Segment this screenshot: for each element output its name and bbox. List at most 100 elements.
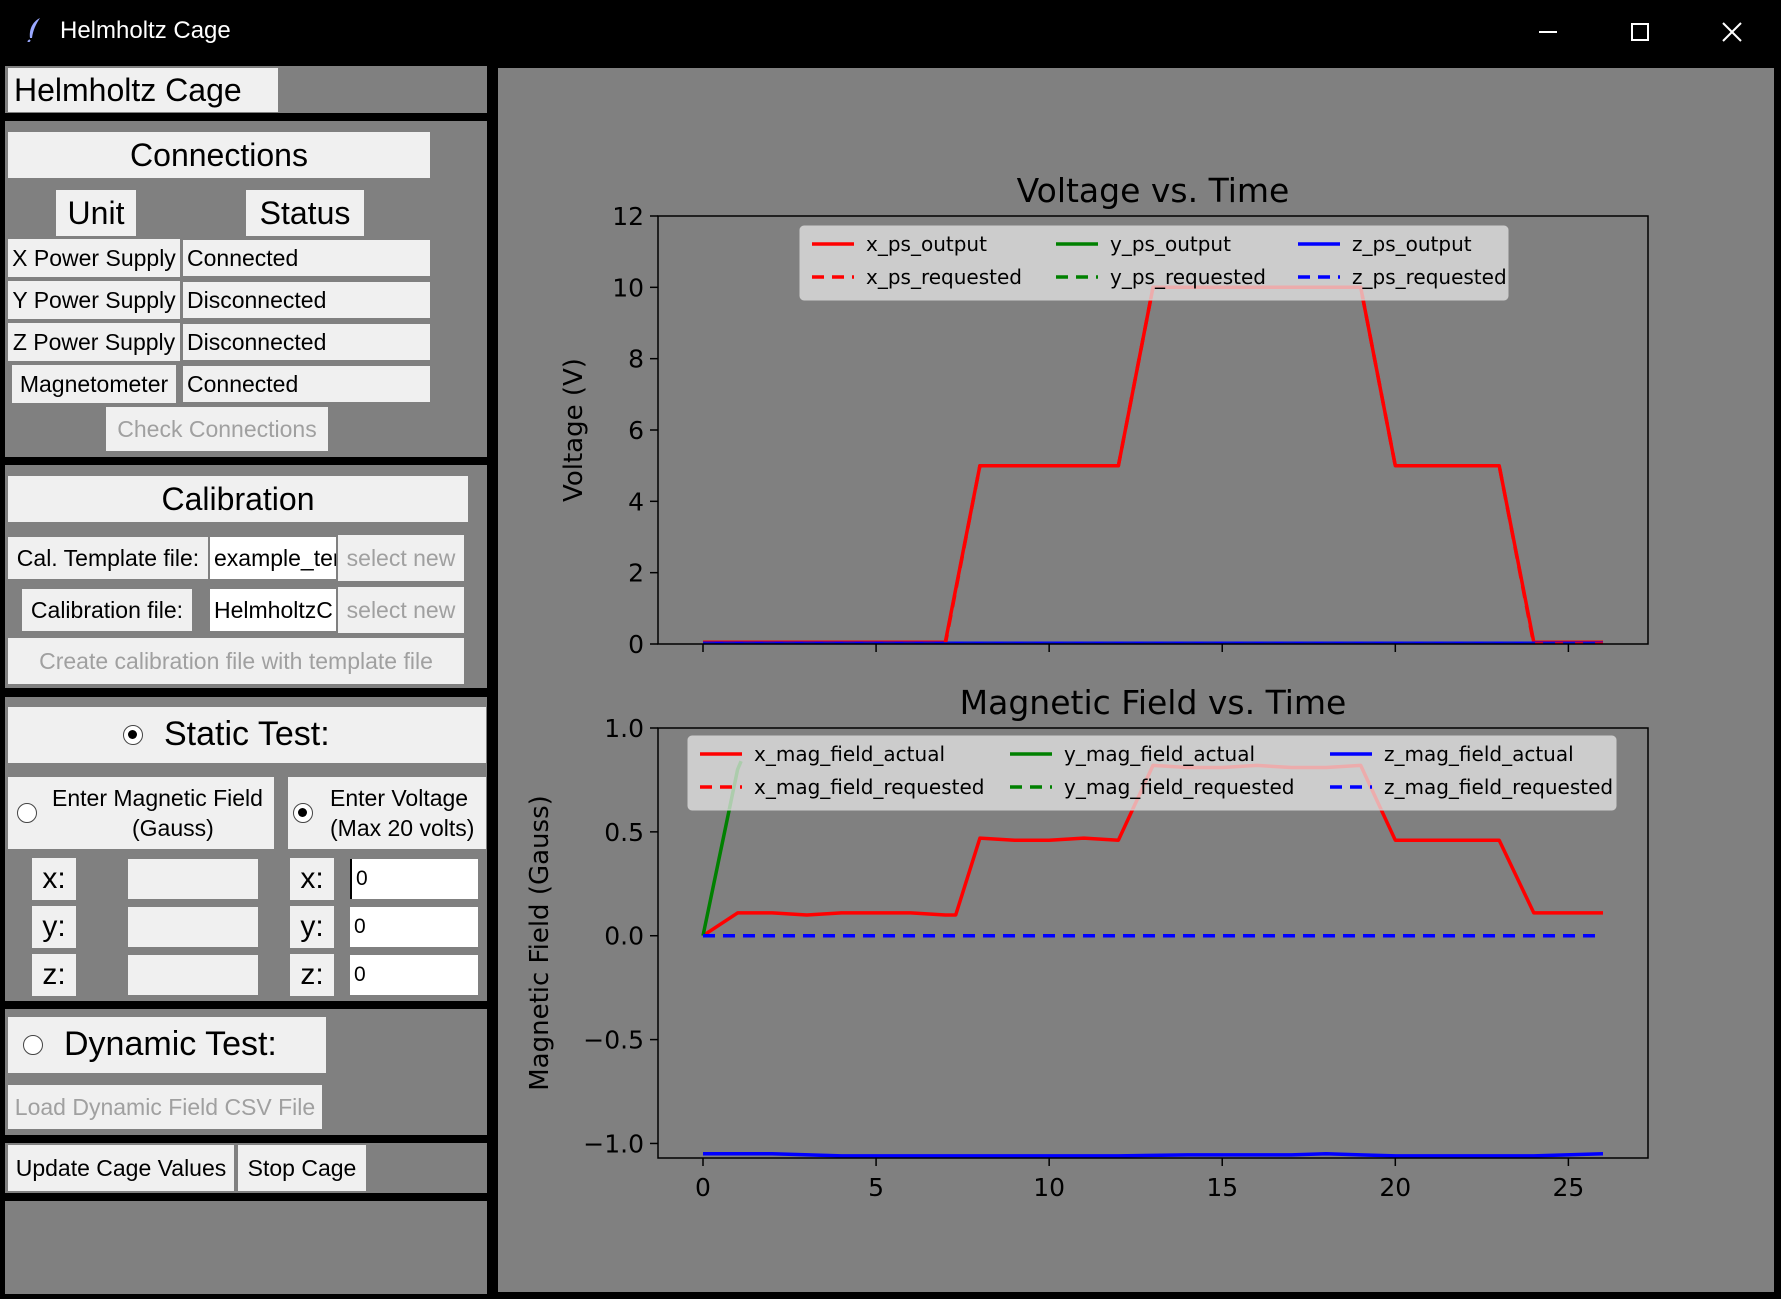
voltage-option-line1: Enter Voltage — [330, 785, 469, 811]
chart-2: Magnetic Field vs. Time Magnetic Field (G… — [525, 683, 1649, 1202]
legend-label: z_ps_output — [1352, 232, 1472, 256]
status-z-power-supply: Disconnected — [183, 324, 430, 360]
dynamic-test-label: Dynamic Test: — [64, 1025, 277, 1063]
chart-title: Magnetic Field vs. Time — [960, 683, 1347, 722]
static-test-label: Static Test: — [164, 715, 330, 753]
voltage-option[interactable]: Enter Voltage (Max 20 volts) — [288, 777, 486, 849]
y-tick-label: −1.0 — [583, 1129, 644, 1158]
field-z-label: z: — [32, 954, 76, 996]
legend-label: x_mag_field_actual — [754, 742, 945, 766]
y-tick-label: 0.5 — [604, 818, 644, 847]
voltage-z-label: z: — [290, 954, 334, 996]
series-group — [701, 760, 1604, 1158]
legend-label: x_mag_field_requested — [754, 775, 984, 799]
select-new-calibration-button[interactable]: select new — [338, 587, 464, 633]
y-tick-label: 1.0 — [604, 714, 644, 743]
y-tick-label: 12 — [612, 202, 644, 231]
status-y-power-supply: Disconnected — [183, 282, 430, 318]
cal-template-file-label: Cal. Template file: — [8, 537, 208, 579]
x-tick-label: 0 — [695, 1173, 711, 1202]
series-line-x-ps-requested — [703, 285, 1603, 644]
voltage-y-label: y: — [290, 906, 334, 948]
feather-icon — [27, 18, 40, 42]
field-z-input[interactable] — [128, 955, 258, 995]
dynamic-test-radio[interactable] — [23, 1035, 43, 1055]
legend-label: y_mag_field_actual — [1064, 742, 1255, 766]
legend-label: x_ps_output — [866, 232, 987, 256]
unit-label-y-power-supply: Y Power Supply — [8, 281, 180, 319]
maximize-icon — [1631, 23, 1649, 41]
y-tick-label: 0 — [628, 630, 644, 659]
field-x-label: x: — [32, 858, 76, 900]
unit-label-x-power-supply: X Power Supply — [8, 239, 180, 277]
static-test-radio-row[interactable]: Static Test: — [8, 707, 486, 763]
check-connections-button[interactable]: Check Connections — [106, 407, 328, 451]
status-column-header: Status — [246, 190, 364, 236]
y-tick-label: 8 — [628, 345, 644, 374]
window-title: Helmholtz Cage — [60, 17, 231, 44]
close-icon — [1722, 22, 1742, 42]
voltage-y-input[interactable]: 0 — [350, 907, 478, 947]
calibration-heading: Calibration — [8, 476, 468, 522]
legend-label: y_ps_output — [1110, 232, 1231, 256]
maximize-button[interactable] — [1594, 0, 1686, 62]
stop-cage-button[interactable]: Stop Cage — [238, 1145, 366, 1191]
status-panel — [5, 1201, 487, 1294]
magnetic-field-option-line1: Enter Magnetic Field — [52, 785, 263, 811]
y-axis-label: Voltage (V) — [559, 358, 589, 502]
voltage-x-label: x: — [290, 858, 334, 900]
legend-label: z_ps_requested — [1352, 265, 1507, 289]
chart-canvas: Voltage vs. Time Voltage (V) 0 2 4 6 8 10 12 x_ps… — [525, 171, 1649, 1202]
y-tick-label: 2 — [628, 559, 644, 588]
unit-column-header: Unit — [56, 190, 136, 236]
voltage-radio[interactable] — [293, 803, 313, 823]
x-tick-label: 25 — [1552, 1173, 1584, 1202]
x-tick-label: 20 — [1379, 1173, 1411, 1202]
magnetic-field-radio[interactable] — [17, 803, 37, 823]
legend-label: y_mag_field_requested — [1064, 775, 1294, 799]
y-tick-label: −0.5 — [583, 1026, 644, 1055]
series-group — [703, 285, 1603, 644]
select-new-template-button[interactable]: select new — [338, 535, 464, 581]
series-line-z-mag-field-actual — [703, 1152, 1604, 1158]
update-cage-values-button[interactable]: Update Cage Values — [8, 1145, 234, 1191]
connections-heading: Connections — [8, 132, 430, 178]
legend-label: z_mag_field_actual — [1384, 742, 1574, 766]
calibration-file-field[interactable]: HelmholtzC — [210, 589, 336, 631]
legend-label: y_ps_requested — [1110, 265, 1266, 289]
x-tick-label: 15 — [1206, 1173, 1238, 1202]
x-tick-label: 5 — [868, 1173, 884, 1202]
dynamic-test-radio-row[interactable]: Dynamic Test: — [8, 1017, 326, 1073]
magnetic-field-option-line2: (Gauss) — [132, 815, 214, 841]
field-y-input[interactable] — [128, 907, 258, 947]
status-magnetometer: Connected — [183, 366, 430, 402]
field-x-input[interactable] — [128, 859, 258, 899]
x-tick-label: 10 — [1033, 1173, 1065, 1202]
calibration-file-label: Calibration file: — [22, 589, 192, 631]
y-tick-label: 10 — [612, 273, 644, 302]
status-x-power-supply: Connected — [183, 240, 430, 276]
app-title-label: Helmholtz Cage — [8, 68, 278, 112]
voltage-z-input[interactable]: 0 — [350, 955, 478, 995]
load-dynamic-csv-button[interactable]: Load Dynamic Field CSV File — [8, 1085, 322, 1129]
magnetic-field-option[interactable]: Enter Magnetic Field (Gauss) — [8, 777, 274, 849]
y-tick-label: 4 — [628, 487, 644, 516]
static-test-radio[interactable] — [123, 725, 143, 745]
y-tick-label: 0.0 — [604, 922, 644, 951]
field-y-label: y: — [32, 906, 76, 948]
voltage-x-input[interactable]: 0 — [350, 859, 478, 899]
minimize-button[interactable] — [1502, 0, 1594, 62]
unit-label-magnetometer: Magnetometer — [12, 365, 176, 403]
chart-1: Voltage vs. Time Voltage (V) 0 2 4 6 8 10 12 x_ps… — [559, 171, 1649, 659]
legend-label: z_mag_field_requested — [1384, 775, 1613, 799]
cal-template-file-field[interactable]: example_ter — [210, 537, 336, 579]
minimize-icon — [1539, 31, 1557, 33]
chart-title: Voltage vs. Time — [1017, 171, 1290, 210]
y-axis-label: Magnetic Field (Gauss) — [525, 795, 555, 1091]
title-bar: Helmholtz Cage — [0, 0, 1781, 62]
create-calibration-file-button[interactable]: Create calibration file with template fi… — [8, 638, 464, 684]
plot-area: Voltage vs. Time Voltage (V) 0 2 4 6 8 10 12 x_ps… — [498, 68, 1774, 1292]
y-tick-label: 6 — [628, 416, 644, 445]
close-button[interactable] — [1686, 0, 1778, 62]
voltage-option-line2: (Max 20 volts) — [330, 815, 475, 841]
